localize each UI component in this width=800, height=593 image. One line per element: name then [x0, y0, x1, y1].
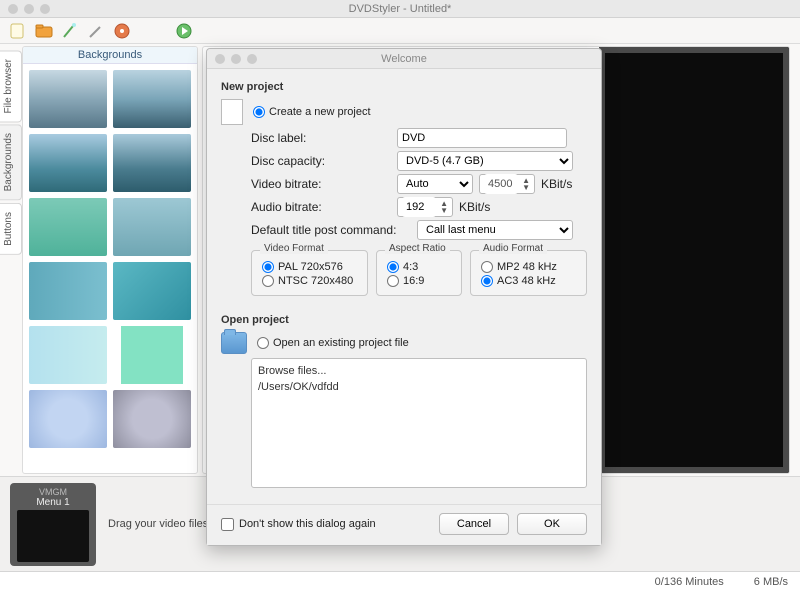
group-video-format: Video Format PAL 720x576 NTSC 720x480: [251, 250, 368, 296]
label-disc-capacity: Disc capacity:: [251, 154, 391, 168]
zoom-icon[interactable]: [247, 54, 257, 64]
clip-label-top: VMGM: [39, 487, 67, 497]
video-bitrate-mode-select[interactable]: Auto: [397, 174, 473, 194]
wizard-icon[interactable]: [60, 21, 80, 41]
app-title: DVDStyler - Untitled*: [349, 3, 452, 15]
open-folder-icon[interactable]: [34, 21, 54, 41]
radio-ntsc[interactable]: NTSC 720x480: [262, 275, 357, 287]
background-thumb[interactable]: [29, 198, 107, 256]
tab-file-browser[interactable]: File browser: [0, 50, 22, 122]
side-tabs: File browser Backgrounds Buttons: [0, 44, 22, 476]
clip-preview: [17, 510, 89, 562]
audio-bitrate-value[interactable]: ▲▼: [397, 197, 453, 217]
status-minutes: 0/136 Minutes: [655, 576, 724, 588]
cancel-button[interactable]: Cancel: [439, 513, 509, 535]
menu-clip[interactable]: VMGM Menu 1: [10, 483, 96, 566]
disc-label-input[interactable]: [397, 128, 567, 148]
unit-kbit: KBit/s: [459, 200, 490, 214]
section-open-project: Open project: [221, 314, 587, 326]
radio-mp2[interactable]: MP2 48 kHz: [481, 261, 576, 273]
background-thumb[interactable]: [29, 70, 107, 128]
close-icon[interactable]: [8, 4, 18, 14]
disc-icon[interactable]: [112, 21, 132, 41]
label-disc-label: Disc label:: [251, 131, 391, 145]
default-cmd-select[interactable]: Call last menu: [417, 220, 573, 240]
window-controls[interactable]: [8, 4, 50, 14]
create-project-radio[interactable]: Create a new project: [253, 106, 371, 118]
group-aspect-ratio: Aspect Ratio 4:3 16:9: [376, 250, 462, 296]
welcome-dialog: Welcome New project Create a new project…: [206, 48, 602, 546]
minimize-icon[interactable]: [24, 4, 34, 14]
label-audio-bitrate: Audio bitrate:: [251, 200, 391, 214]
ok-button[interactable]: OK: [517, 513, 587, 535]
disc-capacity-select[interactable]: DVD-5 (4.7 GB): [397, 151, 573, 171]
radio-pal[interactable]: PAL 720x576: [262, 261, 357, 273]
browse-files-item[interactable]: Browse files...: [258, 363, 580, 379]
unit-kbit: KBit/s: [541, 177, 572, 191]
app-titlebar: DVDStyler - Untitled*: [0, 0, 800, 18]
dialog-title: Welcome: [381, 53, 427, 65]
run-icon[interactable]: [174, 21, 194, 41]
status-bar: 0/136 Minutes 6 MB/s: [0, 571, 800, 591]
background-thumb[interactable]: [29, 326, 107, 384]
tab-buttons[interactable]: Buttons: [0, 203, 22, 255]
background-thumb[interactable]: [29, 390, 107, 448]
new-project-icon: [221, 99, 243, 125]
open-project-radio[interactable]: Open an existing project file: [257, 337, 409, 349]
dialog-footer: Don't show this dialog again Cancel OK: [207, 504, 601, 545]
close-icon[interactable]: [215, 54, 225, 64]
stepper-icon[interactable]: ▲▼: [440, 200, 448, 214]
main-toolbar: [0, 18, 800, 44]
background-thumb[interactable]: [113, 134, 191, 192]
stepper-icon[interactable]: ▲▼: [522, 177, 530, 191]
dialog-body: New project Create a new project Disc la…: [207, 69, 601, 504]
minimize-icon[interactable]: [231, 54, 241, 64]
background-thumbs: [23, 64, 197, 454]
preview-canvas[interactable]: [599, 47, 789, 473]
label-video-bitrate: Video bitrate:: [251, 177, 391, 191]
new-project-form: Disc label: Disc capacity: DVD-5 (4.7 GB…: [251, 128, 587, 296]
background-thumb[interactable]: [113, 198, 191, 256]
new-file-icon[interactable]: [8, 21, 28, 41]
dont-show-checkbox[interactable]: Don't show this dialog again: [221, 518, 376, 531]
background-thumb[interactable]: [113, 70, 191, 128]
recent-file-item[interactable]: /Users/OK/vdfdd: [258, 379, 580, 395]
open-folder-icon: [221, 332, 247, 354]
dialog-titlebar: Welcome: [207, 49, 601, 69]
background-thumb[interactable]: [29, 262, 107, 320]
background-thumb[interactable]: [29, 134, 107, 192]
radio-4-3[interactable]: 4:3: [387, 261, 451, 273]
clip-label-name: Menu 1: [36, 497, 69, 508]
background-thumb[interactable]: [113, 262, 191, 320]
label-default-cmd: Default title post command:: [251, 223, 411, 237]
video-bitrate-value[interactable]: ▲▼: [479, 174, 535, 194]
zoom-icon[interactable]: [40, 4, 50, 14]
backgrounds-panel: Backgrounds: [22, 46, 198, 474]
status-rate: 6 MB/s: [754, 576, 788, 588]
dialog-window-controls[interactable]: [215, 54, 257, 64]
tab-backgrounds[interactable]: Backgrounds: [0, 124, 22, 200]
background-thumb[interactable]: [113, 326, 191, 384]
recent-projects-list[interactable]: Browse files... /Users/OK/vdfdd: [251, 358, 587, 488]
backgrounds-header: Backgrounds: [23, 47, 197, 64]
group-audio-format: Audio Format MP2 48 kHz AC3 48 kHz: [470, 250, 587, 296]
section-new-project: New project: [221, 81, 587, 93]
background-thumb[interactable]: [113, 390, 191, 448]
radio-16-9[interactable]: 16:9: [387, 275, 451, 287]
settings-wand-icon[interactable]: [86, 21, 106, 41]
radio-ac3[interactable]: AC3 48 kHz: [481, 275, 576, 287]
